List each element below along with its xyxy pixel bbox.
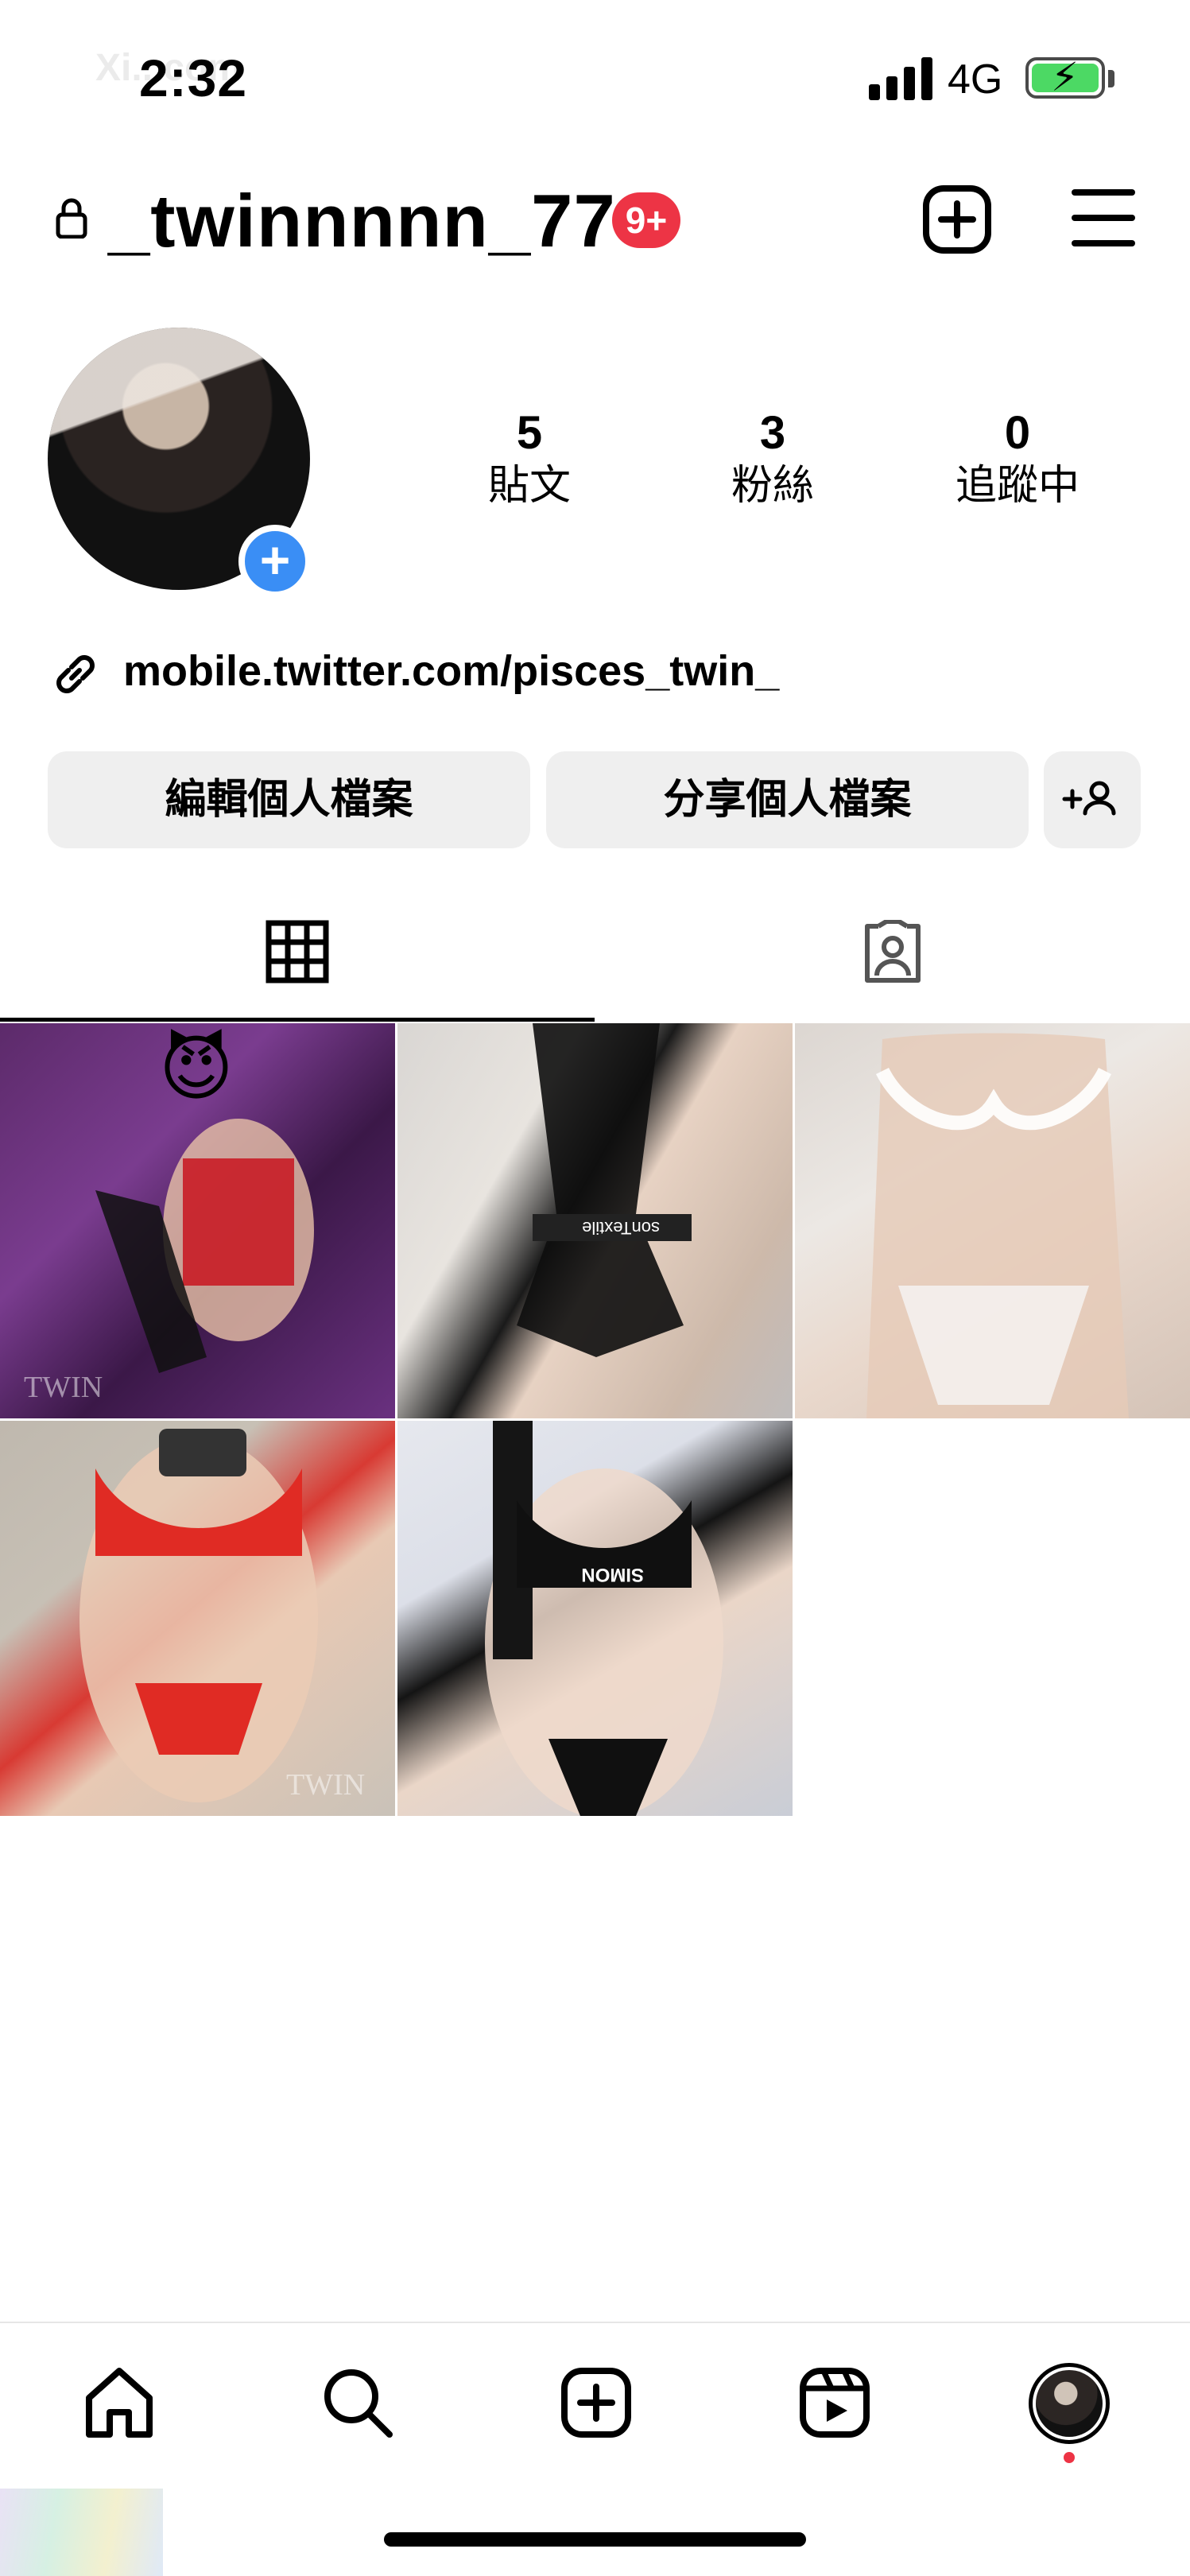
post-watermark: TWIN: [24, 1371, 103, 1404]
search-icon: [324, 2369, 393, 2438]
stat-posts-label: 貼文: [487, 462, 571, 510]
bottom-nav: [0, 2322, 1190, 2481]
network-type: 4G: [948, 56, 1003, 103]
charging-bolt-icon: ⚡: [1051, 55, 1080, 99]
post-watermark: sonTextile: [582, 1218, 660, 1238]
tab-tagged[interactable]: [595, 886, 1190, 1022]
nav-search[interactable]: [318, 2363, 397, 2442]
notification-badge[interactable]: 9+: [612, 192, 680, 248]
hamburger-menu-icon[interactable]: [1072, 189, 1135, 246]
profile-header: _twinnnnn_77 9+: [0, 167, 1190, 270]
stat-posts[interactable]: 5 貼文: [434, 407, 625, 512]
post-thumbnail[interactable]: sonTextile: [397, 1023, 793, 1418]
profile-link-text[interactable]: mobile.twitter.com/pisces_twin_: [123, 646, 779, 696]
post-image: TWIN: [24, 1119, 314, 1404]
link-icon: [56, 655, 95, 693]
post-thumbnail[interactable]: SIMON: [397, 1421, 793, 1816]
post-thumbnail[interactable]: 😈 TWIN: [0, 1023, 395, 1418]
add-story-plus-icon[interactable]: +: [238, 525, 312, 598]
stat-following-label: 追蹤中: [955, 462, 1080, 510]
tagged-person-icon: [865, 920, 921, 983]
stat-following[interactable]: 0 追蹤中: [922, 407, 1113, 512]
edit-profile-button[interactable]: 編輯個人檔案: [48, 751, 530, 848]
add-person-icon: [1062, 781, 1116, 816]
status-bar: Xi...com 2:32 4G ⚡: [0, 0, 1190, 151]
decorative-gradient: [0, 2489, 163, 2576]
status-time: 2:32: [139, 48, 248, 107]
signal-strength-icon: [869, 57, 932, 100]
post-thumbnail[interactable]: TWIN: [0, 1421, 395, 1816]
nav-home[interactable]: [79, 2363, 159, 2442]
username-switcher[interactable]: _twinnnnn_77: [108, 178, 616, 264]
post-watermark: TWIN: [286, 1768, 365, 1802]
stat-posts-count: 5: [516, 407, 543, 459]
battery-icon: ⚡: [1025, 57, 1105, 99]
stat-following-count: 0: [1004, 407, 1031, 459]
stat-followers-count: 3: [759, 407, 786, 459]
stat-followers-label: 粉絲: [731, 462, 814, 510]
stat-followers[interactable]: 3 粉絲: [677, 407, 868, 512]
post-image: [866, 1033, 1129, 1418]
nav-reels[interactable]: [795, 2363, 874, 2442]
nav-create[interactable]: [556, 2363, 636, 2442]
grid-icon: [266, 920, 329, 983]
home-icon: [86, 2368, 153, 2438]
post-image: sonTextile: [517, 1023, 692, 1357]
profile-avatar[interactable]: +: [48, 328, 312, 598]
lock-icon: [56, 198, 87, 239]
share-profile-button[interactable]: 分享個人檔案: [546, 751, 1029, 848]
post-image: SIMON: [485, 1421, 723, 1816]
battery-cap: [1108, 70, 1114, 87]
tab-grid[interactable]: [0, 886, 595, 1022]
post-image: TWIN: [79, 1429, 365, 1802]
profile-tabs: [0, 886, 1190, 1022]
plus-square-icon: [561, 2368, 631, 2438]
reels-icon: [800, 2368, 870, 2438]
home-indicator[interactable]: [384, 2532, 806, 2547]
create-post-button[interactable]: [922, 184, 992, 254]
nav-profile-notification-dot: [1064, 2452, 1075, 2463]
post-thumbnail[interactable]: [795, 1023, 1190, 1418]
discover-people-button[interactable]: [1044, 751, 1141, 848]
nav-profile-avatar[interactable]: [1029, 2363, 1110, 2444]
post-watermark: SIMON: [581, 1564, 644, 1585]
